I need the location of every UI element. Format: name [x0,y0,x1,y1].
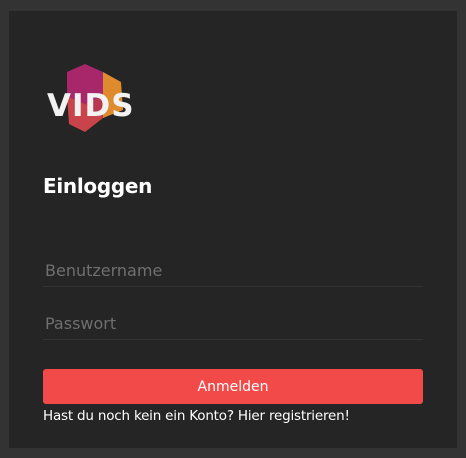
logo-wordmark: VIDS [47,88,135,124]
register-prompt-line: Hast du noch kein ein Konto? Hier regist… [43,408,350,424]
username-input[interactable] [43,256,425,284]
vids-logo-icon: VIDS [47,64,135,132]
register-link[interactable]: Hier registrieren! [238,408,350,424]
password-field[interactable] [43,309,425,340]
vids-logo: VIDS [45,62,145,140]
password-input[interactable] [43,309,425,337]
login-panel: VIDS Einloggen Anmelden Hast du noch kei… [9,11,457,448]
register-prompt-text: Hast du noch kein ein Konto? [43,408,234,424]
login-button[interactable]: Anmelden [43,369,423,404]
page-background: VIDS Einloggen Anmelden Hast du noch kei… [0,0,466,458]
page-title: Einloggen [43,174,153,198]
username-field[interactable] [43,256,425,287]
